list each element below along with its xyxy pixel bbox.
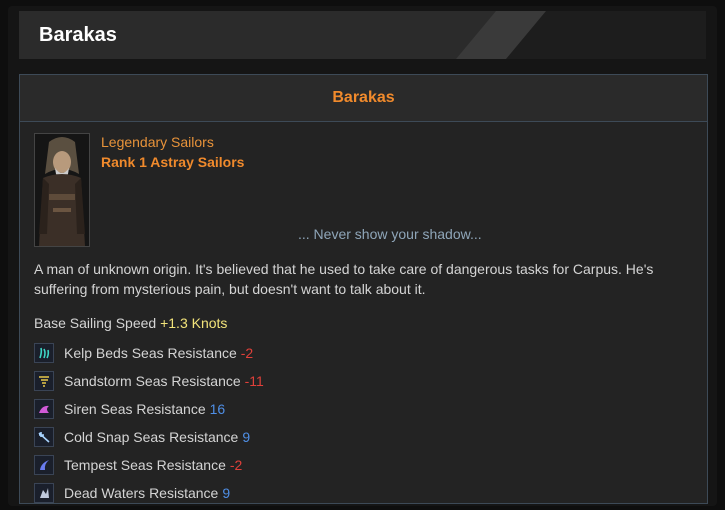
resistance-label: Sandstorm Seas Resistance bbox=[64, 373, 241, 389]
resistance-value: 16 bbox=[209, 401, 226, 417]
sailor-portrait bbox=[34, 133, 90, 247]
siren-icon bbox=[34, 399, 54, 419]
sailor-rank: Rank 1 Astray Sailors bbox=[101, 154, 245, 170]
resistance-value: -2 bbox=[240, 345, 254, 361]
resistance-label: Kelp Beds Seas Resistance bbox=[64, 345, 237, 361]
panel-title: Barakas bbox=[20, 75, 707, 122]
resistance-row: Tempest Seas Resistance -2 bbox=[34, 455, 242, 475]
resistance-label: Dead Waters Resistance bbox=[64, 485, 219, 501]
resistance-value: 9 bbox=[222, 485, 231, 501]
sailing-speed: Base Sailing Speed +1.3 Knots bbox=[34, 315, 227, 331]
sailor-panel: Barakas Legendary Sailors Rank 1 Astray … bbox=[19, 74, 708, 504]
resistance-row: Kelp Beds Seas Resistance -2 bbox=[34, 343, 253, 363]
resistance-label: Siren Seas Resistance bbox=[64, 401, 206, 417]
dead-waters-icon bbox=[34, 483, 54, 503]
tempest-icon bbox=[34, 455, 54, 475]
page-title: Barakas bbox=[39, 24, 117, 46]
resistance-row: Dead Waters Resistance 9 bbox=[34, 483, 230, 503]
resistance-value: 9 bbox=[242, 429, 251, 445]
resistance-row: Sandstorm Seas Resistance -11 bbox=[34, 371, 264, 391]
sailor-class: Legendary Sailors bbox=[101, 134, 214, 150]
sailor-quote: ... Never show your shadow... bbox=[298, 226, 482, 242]
kelp-icon bbox=[34, 343, 54, 363]
resistance-value: -2 bbox=[229, 457, 243, 473]
sailing-speed-label: Base Sailing Speed bbox=[34, 315, 157, 331]
resistance-label: Cold Snap Seas Resistance bbox=[64, 429, 239, 445]
cold-snap-icon bbox=[34, 427, 54, 447]
header-bar: Barakas bbox=[19, 11, 706, 59]
resistance-label: Tempest Seas Resistance bbox=[64, 457, 226, 473]
resistance-row: Cold Snap Seas Resistance 9 bbox=[34, 427, 250, 447]
sailor-description: A man of unknown origin. It's believed t… bbox=[34, 261, 654, 297]
sailing-speed-value: +1.3 Knots bbox=[160, 315, 228, 331]
resistance-value: -11 bbox=[244, 373, 264, 389]
sandstorm-icon bbox=[34, 371, 54, 391]
tooltip-window: Barakas Barakas Legendary Sailors Rank 1… bbox=[8, 6, 717, 506]
resistance-row: Siren Seas Resistance 16 bbox=[34, 399, 225, 419]
